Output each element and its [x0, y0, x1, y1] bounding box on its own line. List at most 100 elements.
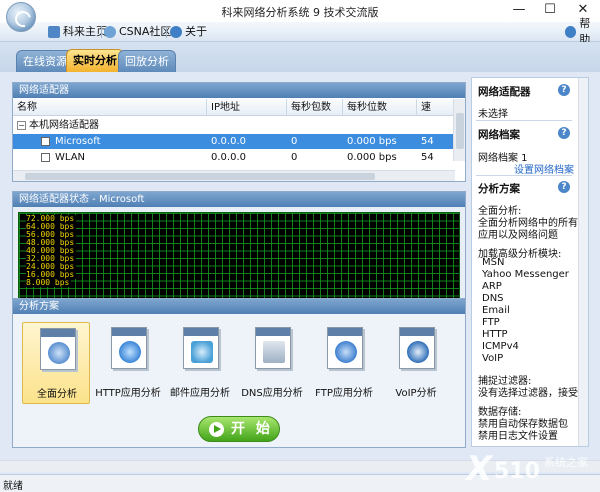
start-label: 开 始: [231, 421, 273, 437]
module-item: ICMPv4: [482, 341, 519, 352]
community-label: CSNA社区: [119, 25, 172, 38]
adapters-horizontal-scrollbar[interactable]: [13, 170, 455, 181]
info-icon: [170, 26, 182, 38]
help-icon[interactable]: ?: [558, 84, 570, 96]
help-icon[interactable]: ?: [558, 181, 570, 193]
home-icon: [48, 26, 60, 38]
column-ip[interactable]: IP地址: [207, 99, 287, 116]
mail-icon: [183, 327, 219, 369]
community-icon: [104, 26, 116, 38]
module-item: FTP: [482, 317, 500, 328]
info-sidebar: 网络适配器 ? 未选择 网络档案 ? 网络档案 1 设置网络档案 分析方案 ? …: [471, 77, 589, 447]
set-profile-link[interactable]: 设置网络档案: [514, 161, 574, 176]
help-icon: [565, 26, 577, 38]
adapter-status-title: 网络适配器状态 - Microsoft: [13, 192, 465, 207]
module-item: HTTP: [482, 329, 508, 340]
adapter-group-label: 本机网络适配器: [29, 120, 99, 131]
adapter-group-row[interactable]: − 本机网络适配器: [13, 118, 455, 133]
toolbar-divider: [166, 26, 167, 38]
dns-icon: [255, 327, 291, 369]
tab-bar: 在线资源 实时分析 回放分析: [0, 42, 600, 72]
scroll-thumb[interactable]: [25, 173, 375, 180]
collapse-icon[interactable]: −: [17, 121, 26, 130]
scheme-mail-analysis[interactable]: 邮件应用分析: [166, 322, 234, 404]
column-name[interactable]: 名称: [13, 99, 207, 116]
adapter-speed: 54: [421, 136, 434, 147]
scheme-http-analysis[interactable]: HTTP应用分析: [94, 322, 162, 404]
maximize-button[interactable]: ☐: [535, 0, 565, 20]
module-item: VoIP: [482, 353, 504, 364]
divider: [476, 175, 572, 176]
scheme-list: 全面分析 HTTP应用分析 邮件应用分析 DNS应用分析 FTP应用分析 VoI…: [18, 318, 460, 406]
home-link[interactable]: 科来主页: [48, 24, 107, 40]
about-link[interactable]: 关于: [170, 24, 207, 40]
scheme-detail-line: 应用以及网络问题: [478, 230, 558, 241]
module-item: MSN: [482, 257, 505, 268]
divider: [476, 120, 572, 121]
scheme-ftp-analysis[interactable]: FTP应用分析: [310, 322, 378, 404]
scheme-voip-analysis[interactable]: VoIP分析: [382, 322, 450, 404]
scheme-dns-analysis[interactable]: DNS应用分析: [238, 322, 306, 404]
adapter-status-panel: 网络适配器状态 - Microsoft 72.000 bps 64.000 bp…: [12, 191, 466, 306]
adapter-checkbox[interactable]: [41, 137, 50, 146]
main-area: 网络适配器 名称 IP地址 每秒包数 每秒位数 速 − 本机网络适配器 Micr…: [12, 72, 466, 448]
watermark-logo: X 510 系统之家: [464, 449, 588, 488]
ftp-icon: [327, 327, 363, 369]
play-icon: [209, 422, 224, 437]
module-item: ARP: [482, 281, 502, 292]
adapter-name: WLAN: [55, 152, 86, 163]
adapter-pps: 0: [291, 152, 298, 163]
y-tick-label: 8.000 bps: [26, 278, 72, 287]
adapter-row[interactable]: WLAN 0.0.0.0 0 0.000 bps 54: [13, 150, 455, 165]
column-pps[interactable]: 每秒包数: [287, 99, 343, 116]
headset-icon: [399, 327, 435, 369]
adapter-checkbox[interactable]: [41, 153, 50, 162]
adapters-panel: 网络适配器 名称 IP地址 每秒包数 每秒位数 速 − 本机网络适配器 Micr…: [12, 82, 466, 182]
about-label: 关于: [185, 25, 207, 38]
adapter-bps: 0.000 bps: [347, 152, 397, 163]
tab-realtime-analysis[interactable]: 实时分析: [66, 49, 124, 72]
svg-text:510: 510: [494, 459, 540, 484]
adapter-speed: 54: [421, 152, 434, 163]
profile-section-title: 网络档案: [478, 129, 520, 141]
scheme-detail-line: 没有选择过滤器，接受: [478, 388, 578, 399]
tab-replay-analysis[interactable]: 回放分析: [118, 50, 176, 72]
adapter-bps: 0.000 bps: [347, 136, 397, 147]
column-speed[interactable]: 速: [417, 99, 455, 116]
scroll-thumb[interactable]: [456, 113, 464, 149]
sidebar-scrollbar[interactable]: [578, 78, 588, 446]
help-icon[interactable]: ?: [558, 127, 570, 139]
adapters-table-header: 名称 IP地址 每秒包数 每秒位数 速: [13, 99, 455, 116]
community-link[interactable]: CSNA社区: [104, 24, 171, 40]
adapter-row[interactable]: Microsoft 0.0.0.0 0 0.000 bps 54: [13, 134, 455, 149]
start-button[interactable]: 开 始: [198, 416, 280, 442]
status-text: 就绪: [3, 481, 23, 492]
adapters-panel-title: 网络适配器: [13, 83, 465, 98]
scheme-section-title: 分析方案: [478, 183, 520, 195]
scheme-label: VoIP分析: [395, 388, 437, 399]
module-item: Email: [482, 305, 510, 316]
module-item: Yahoo Messenger: [482, 269, 569, 280]
traffic-graph: 72.000 bps 64.000 bps 56.000 bps 48.000 …: [18, 212, 460, 302]
adapter-selection-value: 未选择: [478, 109, 508, 120]
adapter-ip: 0.0.0.0: [211, 152, 246, 163]
toolbar-divider: [101, 26, 102, 38]
adapter-ip: 0.0.0.0: [211, 136, 246, 147]
globe-icon: [111, 327, 147, 369]
scheme-detail-line: 禁用日志文件设置: [478, 431, 558, 442]
minimize-button[interactable]: —: [504, 0, 534, 20]
magnifier-icon: [40, 328, 76, 370]
scheme-full-analysis[interactable]: 全面分析: [22, 322, 90, 404]
adapter-pps: 0: [291, 136, 298, 147]
adapter-name: Microsoft: [55, 136, 101, 147]
adapter-section-title: 网络适配器: [478, 86, 531, 98]
column-bps[interactable]: 每秒位数: [343, 99, 417, 116]
svg-text:X: X: [464, 449, 494, 488]
app-logo-icon[interactable]: [6, 2, 36, 32]
svg-text:系统之家: 系统之家: [544, 455, 588, 469]
help-link[interactable]: 帮助: [565, 17, 600, 46]
title-bar: 科来网络分析系统 9 技术交流版 — ☐ ✕: [0, 0, 600, 32]
analysis-scheme-title: 分析方案: [13, 299, 465, 314]
adapters-vertical-scrollbar[interactable]: [453, 99, 465, 161]
module-item: DNS: [482, 293, 504, 304]
